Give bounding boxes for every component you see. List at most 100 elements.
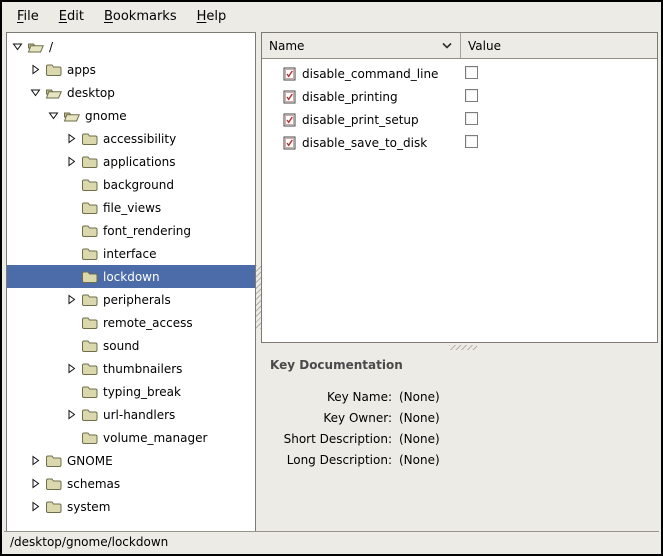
expander-open-icon[interactable] [29,86,42,99]
value-checkbox[interactable] [465,66,478,79]
value-checkbox[interactable] [465,135,478,148]
folder-open-icon [27,40,44,53]
key-row-disable_save_to_disk[interactable]: disable_save_to_disk [262,131,657,154]
key-name-label: disable_save_to_disk [302,136,427,150]
key-row-disable_command_line[interactable]: disable_command_line [262,62,657,85]
tree-item-desktop[interactable]: desktop [7,81,255,104]
expander-closed-icon[interactable] [65,293,78,306]
folder-icon [81,431,98,444]
column-header-name[interactable]: Name [262,33,461,58]
boolean-key-icon [283,136,296,150]
tree-item-sound[interactable]: sound [7,334,255,357]
column-header-name-label: Name [269,39,304,53]
doc-field-value: (None) [399,408,440,429]
tree-item-label: gnome [85,109,127,123]
folder-icon [45,477,62,490]
tree-item-label: peripherals [103,293,171,307]
boolean-key-icon [283,67,296,81]
tree-item-apps[interactable]: apps [7,58,255,81]
tree-item-label: schemas [67,477,120,491]
expander-closed-icon[interactable] [29,500,42,513]
tree-item-font-rendering[interactable]: font_rendering [7,219,255,242]
statusbar-path: /desktop/gnome/lockdown [10,535,168,549]
doc-field-label: Long Description: [261,450,392,471]
expander-closed-icon[interactable] [29,63,42,76]
value-checkbox[interactable] [465,112,478,125]
menu-edit[interactable]: Edit [49,5,94,28]
key-list: disable_command_line disable_printingdisa… [262,59,657,154]
menu-file[interactable]: File [7,5,49,28]
folder-icon [81,362,98,375]
key-name-label: disable_command_line [302,67,438,81]
tree-item-label: desktop [67,86,115,100]
expander-closed-icon[interactable] [29,454,42,467]
doc-field-value: (None) [399,450,440,471]
expander-spacer [65,431,78,444]
expander-closed-icon[interactable] [65,132,78,145]
value-checkbox[interactable] [465,89,478,102]
doc-field-label: Key Owner: [261,408,392,429]
doc-field-value: (None) [399,429,440,450]
tree-item-gnome[interactable]: gnome [7,104,255,127]
folder-icon [81,224,98,237]
column-header-value-label: Value [468,39,501,53]
tree-item-url-handlers[interactable]: url-handlers [7,403,255,426]
folder-icon [81,247,98,260]
menu-help[interactable]: Help [187,5,237,28]
tree-item-peripherals[interactable]: peripherals [7,288,255,311]
expander-spacer [65,224,78,237]
tree-item-accessibility[interactable]: accessibility [7,127,255,150]
column-header-value[interactable]: Value [461,33,657,58]
tree-item-label: lockdown [103,270,160,284]
folder-open-icon [63,109,80,122]
tree-item-volume-manager[interactable]: volume_manager [7,426,255,449]
tree-item-thumbnailers[interactable]: thumbnailers [7,357,255,380]
tree-item-label: font_rendering [103,224,191,238]
tree-item-file-views[interactable]: file_views [7,196,255,219]
doc-field-label: Short Description: [261,429,392,450]
doc-field: Long Description: (None) [261,450,661,471]
folder-tree: / apps desktop gnome accessibility applicatio… [6,32,256,532]
tree-item-[interactable]: / [7,35,255,58]
menu-bookmarks[interactable]: Bookmarks [94,5,187,28]
key-row-disable_printing[interactable]: disable_printing [262,85,657,108]
expander-closed-icon[interactable] [65,155,78,168]
expander-spacer [65,247,78,260]
expander-spacer [65,201,78,214]
splitter-grip-icon [449,345,477,350]
key-name-label: disable_print_setup [302,113,419,127]
tree-item-interface[interactable]: interface [7,242,255,265]
tree-item-gnome[interactable]: GNOME [7,449,255,472]
gconf-editor-window: FileEditBookmarksHelp / apps desktop gnome a… [0,0,663,556]
expander-closed-icon[interactable] [65,362,78,375]
folder-icon [81,316,98,329]
tree-item-applications[interactable]: applications [7,150,255,173]
expander-closed-icon[interactable] [65,408,78,421]
expander-open-icon[interactable] [11,40,24,53]
folder-icon [45,500,62,513]
expander-spacer [65,316,78,329]
tree-item-lockdown[interactable]: lockdown [7,265,255,288]
tree-item-system[interactable]: system [7,495,255,518]
tree-item-label: typing_break [103,385,181,399]
tree-item-remote-access[interactable]: remote_access [7,311,255,334]
expander-closed-icon[interactable] [29,477,42,490]
tree-item-typing-break[interactable]: typing_break [7,380,255,403]
doc-field-label: Key Name: [261,387,392,408]
key-row-disable_print_setup[interactable]: disable_print_setup [262,108,657,131]
tree-item-label: interface [103,247,157,261]
tree-item-schemas[interactable]: schemas [7,472,255,495]
statusbar: /desktop/gnome/lockdown [4,531,659,552]
tree-item-label: volume_manager [103,431,207,445]
tree-item-label: apps [67,63,96,77]
tree-item-label: applications [103,155,175,169]
folder-icon [81,293,98,306]
tree-item-label: system [67,500,110,514]
horizontal-splitter[interactable] [261,343,658,351]
tree-item-background[interactable]: background [7,173,255,196]
expander-spacer [65,178,78,191]
expander-open-icon[interactable] [47,109,60,122]
folder-icon [45,63,62,76]
expander-spacer [65,385,78,398]
boolean-key-icon [283,90,296,104]
